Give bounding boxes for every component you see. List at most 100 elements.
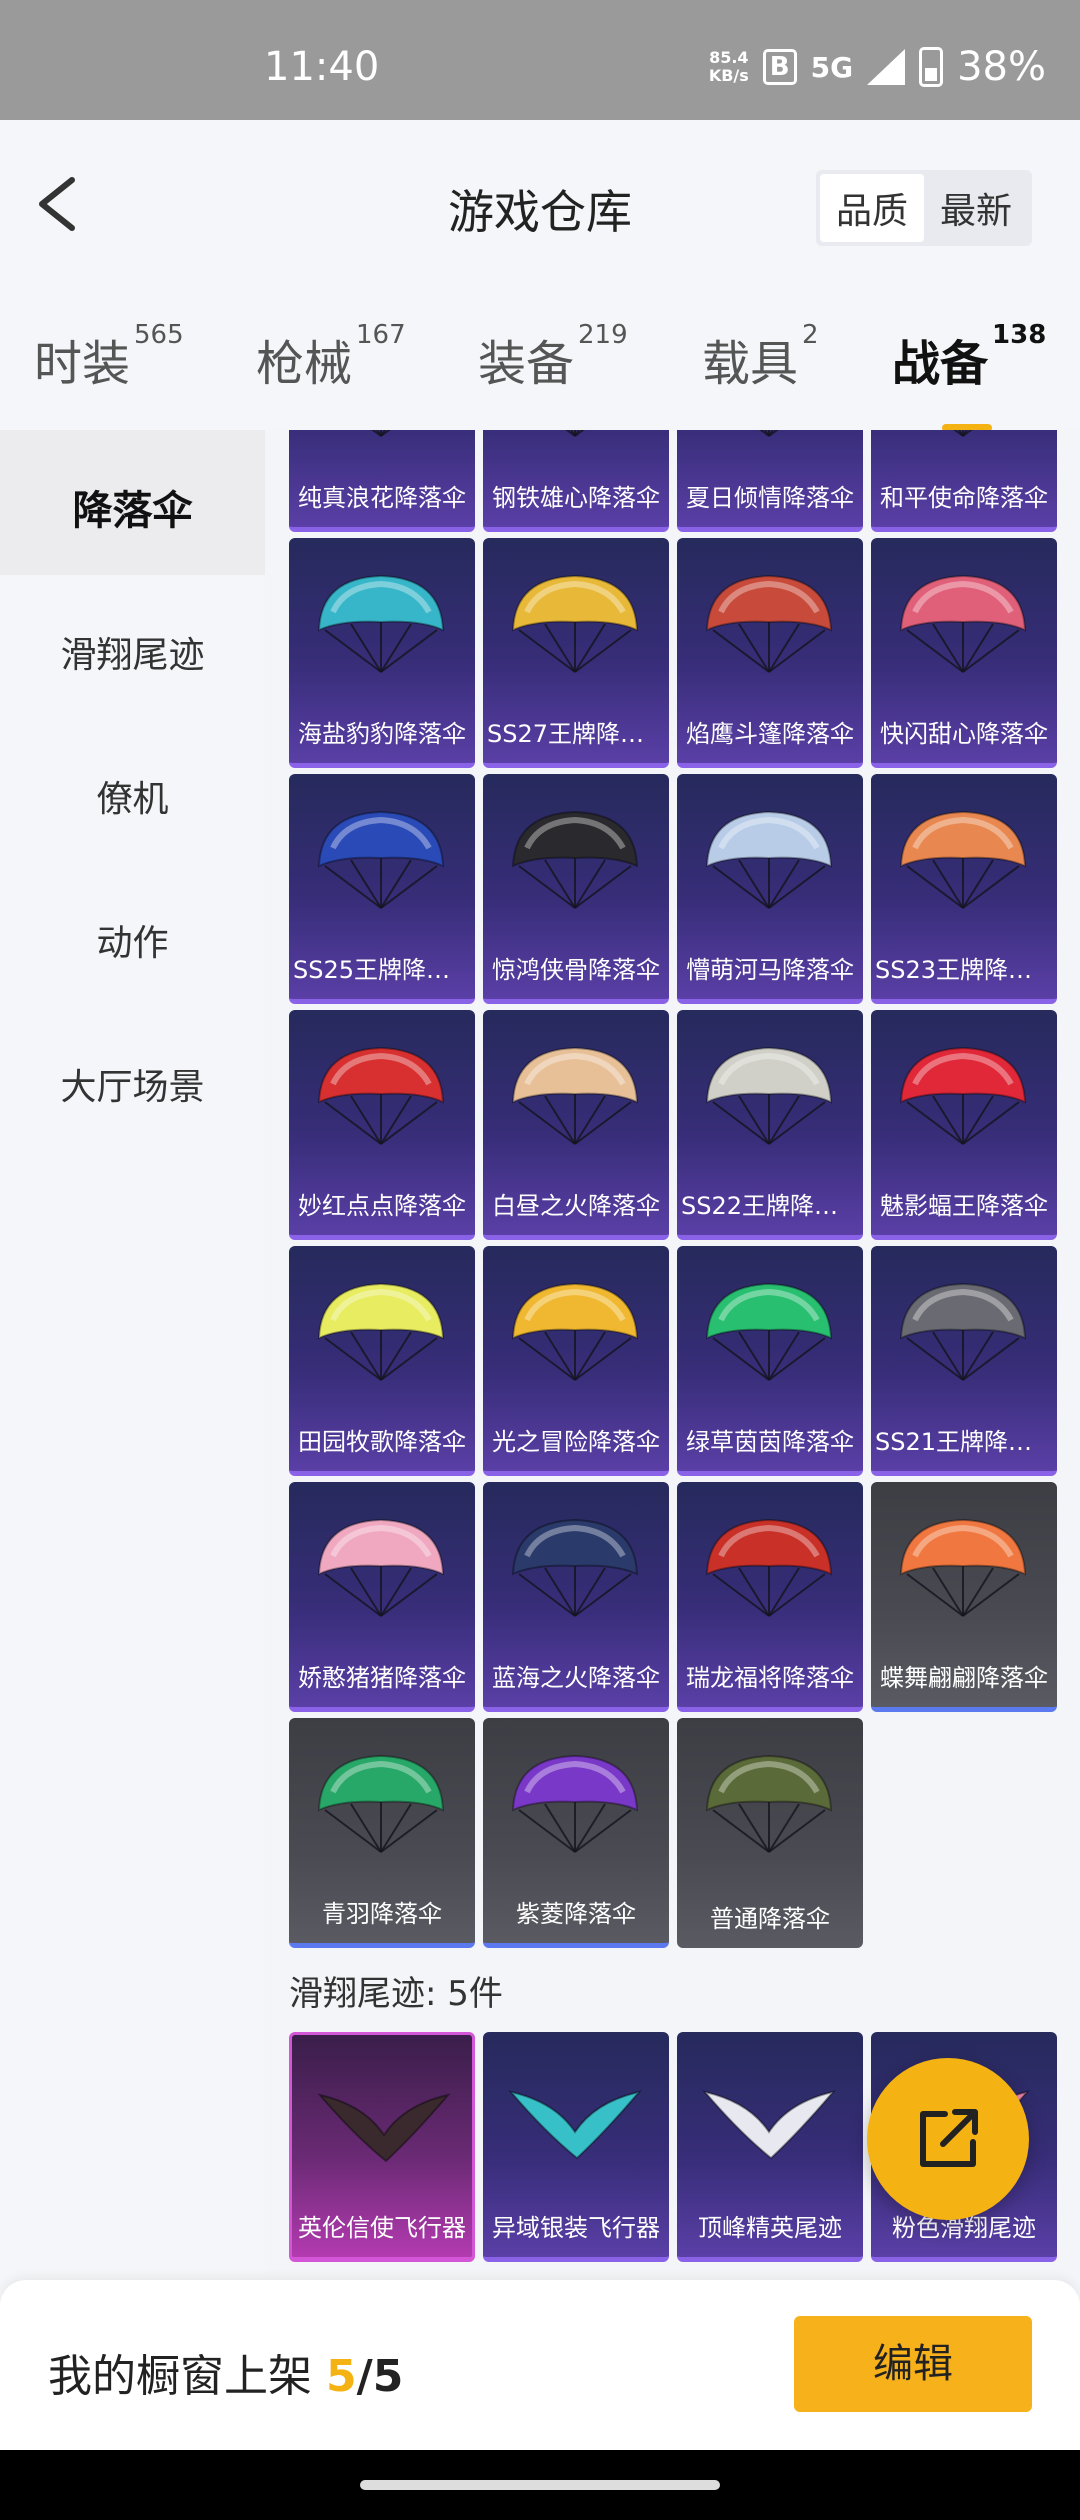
parachute-icon <box>511 1754 639 1853</box>
tab-guns[interactable]: 枪械167 <box>256 320 406 394</box>
status-icons: 85.4 KB/s B 5G 38% <box>709 44 1046 90</box>
parachute-card[interactable]: SS21王牌降落伞 <box>871 1246 1057 1476</box>
parachute-icon <box>899 810 1027 909</box>
parachute-icon <box>317 574 445 673</box>
parachute-card[interactable]: 田园牧歌降落伞 <box>289 1246 475 1476</box>
glide-trail-card[interactable]: 异域银装飞行器 <box>483 2032 669 2262</box>
item-label: SS27王牌降落伞 <box>487 720 665 748</box>
parachute-card[interactable]: 和平使命降落伞 <box>871 430 1057 532</box>
parachute-card[interactable]: SS22王牌降落伞 <box>677 1010 863 1240</box>
showcase-status: 我的橱窗上架 5/5 <box>48 2340 403 2404</box>
parachute-icon <box>317 1046 445 1145</box>
item-label: 魅影蝠王降落伞 <box>880 1192 1048 1220</box>
parachute-card[interactable]: 蝶舞翩翩降落伞 <box>871 1482 1057 1712</box>
glide-trail-card[interactable]: 顶峰精英尾迹 <box>677 2032 863 2262</box>
sidebar-item-lobby-scene[interactable]: 大厅场景 <box>0 1058 265 1110</box>
tab-fashion[interactable]: 时装565 <box>34 320 184 394</box>
tab-label: 载具 <box>702 336 799 392</box>
parachute-card[interactable]: 紫菱降落伞 <box>483 1718 669 1948</box>
parachute-card[interactable]: SS25王牌降落伞 <box>289 774 475 1004</box>
parachute-card[interactable]: 青羽降落伞 <box>289 1718 475 1948</box>
sort-quality-button[interactable]: 品质 <box>819 174 924 242</box>
item-label: 夏日倾情降落伞 <box>686 484 854 512</box>
item-label: 蓝海之火降落伞 <box>492 1664 660 1692</box>
system-nav-bar <box>0 2450 1080 2520</box>
parachute-icon <box>317 1754 445 1853</box>
parachute-card[interactable]: 惊鸿侠骨降落伞 <box>483 774 669 1004</box>
parachute-icon <box>317 1282 445 1381</box>
parachute-icon <box>899 1518 1027 1617</box>
item-label: 钢铁雄心降落伞 <box>492 484 660 512</box>
parachute-card[interactable]: SS27王牌降落伞 <box>483 538 669 768</box>
parachute-icon <box>511 1046 639 1145</box>
tab-equipment[interactable]: 装备219 <box>478 320 628 394</box>
item-label: 快闪甜心降落伞 <box>880 720 1048 748</box>
share-external-icon <box>920 2109 978 2167</box>
parachute-card[interactable]: 白昼之火降落伞 <box>483 1010 669 1240</box>
parachute-card[interactable]: 纯真浪花降落伞 <box>289 430 475 532</box>
parachute-card[interactable]: 焰鹰斗篷降落伞 <box>677 538 863 768</box>
item-label: 英伦信使飞行器 <box>298 2214 466 2242</box>
parachute-card[interactable]: 懵萌河马降落伞 <box>677 774 863 1004</box>
sidebar: 降落伞 滑翔尾迹 僚机 动作 大厅场景 <box>0 430 265 2280</box>
item-label: 光之冒险降落伞 <box>492 1428 660 1456</box>
item-label: 妙红点点降落伞 <box>298 1192 466 1220</box>
glide-trail-card[interactable]: 英伦信使飞行器 <box>289 2032 475 2262</box>
parachute-icon <box>705 1046 833 1145</box>
item-label: 焰鹰斗篷降落伞 <box>686 720 854 748</box>
home-gesture-pill[interactable] <box>360 2480 720 2490</box>
net-speed: 85.4 KB/s <box>709 49 749 85</box>
parachute-card[interactable]: 普通降落伞 <box>677 1718 863 1948</box>
parachute-icon <box>899 1282 1027 1381</box>
parachute-card[interactable]: 魅影蝠王降落伞 <box>871 1010 1057 1240</box>
parachute-card[interactable]: 娇憨猪猪降落伞 <box>289 1482 475 1712</box>
item-label: 白昼之火降落伞 <box>492 1192 660 1220</box>
tab-preparation[interactable]: 战备138 <box>892 320 1046 432</box>
edit-button[interactable]: 编辑 <box>794 2316 1032 2412</box>
parachute-card[interactable]: 妙红点点降落伞 <box>289 1010 475 1240</box>
parachute-icon <box>899 574 1027 673</box>
item-grid: 滑翔尾迹: 5件 纯真浪花降落伞 钢铁雄心降落伞 夏日倾情降落伞 和平使命降落伞 海盐豹… <box>265 430 1080 2280</box>
item-label: 绿草茵茵降落伞 <box>686 1428 854 1456</box>
parachute-icon <box>759 430 779 437</box>
parachute-card[interactable]: 海盐豹豹降落伞 <box>289 538 475 768</box>
parachute-icon <box>511 1282 639 1381</box>
parachute-card[interactable]: 钢铁雄心降落伞 <box>483 430 669 532</box>
parachute-icon <box>317 810 445 909</box>
net-speed-value: 85.4 <box>709 48 749 67</box>
tab-label: 装备 <box>478 336 575 392</box>
parachute-card[interactable]: 瑞龙福将降落伞 <box>677 1482 863 1712</box>
bluetooth-icon: B <box>762 49 797 85</box>
sort-newest-button[interactable]: 最新 <box>924 174 1028 242</box>
sidebar-item-emote[interactable]: 动作 <box>0 914 265 966</box>
item-label: 顶峰精英尾迹 <box>698 2214 842 2242</box>
tab-label: 时装 <box>34 336 131 392</box>
item-label: 和平使命降落伞 <box>880 484 1048 512</box>
battery-icon <box>919 47 944 87</box>
tab-vehicles[interactable]: 载具2 <box>702 320 819 394</box>
share-fab-button[interactable] <box>867 2058 1029 2220</box>
parachute-icon <box>705 810 833 909</box>
item-label: SS25王牌降落伞 <box>293 956 471 984</box>
tab-count: 167 <box>356 320 406 350</box>
parachute-card[interactable]: 蓝海之火降落伞 <box>483 1482 669 1712</box>
item-label: SS22王牌降落伞 <box>681 1192 859 1220</box>
network-type: 5G <box>810 50 854 84</box>
sidebar-item-wingman[interactable]: 僚机 <box>0 770 265 822</box>
item-label: 惊鸿侠骨降落伞 <box>492 956 660 984</box>
top-header: 游戏仓库 品质 最新 <box>0 120 1080 270</box>
item-label: 田园牧歌降落伞 <box>298 1428 466 1456</box>
parachute-icon <box>705 574 833 673</box>
sidebar-item-parachute[interactable]: 降落伞 <box>0 478 265 536</box>
showcase-total: /5 <box>356 2351 404 2402</box>
parachute-icon <box>371 430 391 437</box>
parachute-icon <box>705 1754 833 1853</box>
parachute-icon <box>317 1518 445 1617</box>
parachute-card[interactable]: SS23王牌降落伞 <box>871 774 1057 1004</box>
parachute-card[interactable]: 夏日倾情降落伞 <box>677 430 863 532</box>
parachute-card[interactable]: 光之冒险降落伞 <box>483 1246 669 1476</box>
sidebar-item-glide-trail[interactable]: 滑翔尾迹 <box>0 626 265 678</box>
item-label: 懵萌河马降落伞 <box>686 956 854 984</box>
parachute-card[interactable]: 快闪甜心降落伞 <box>871 538 1057 768</box>
parachute-card[interactable]: 绿草茵茵降落伞 <box>677 1246 863 1476</box>
